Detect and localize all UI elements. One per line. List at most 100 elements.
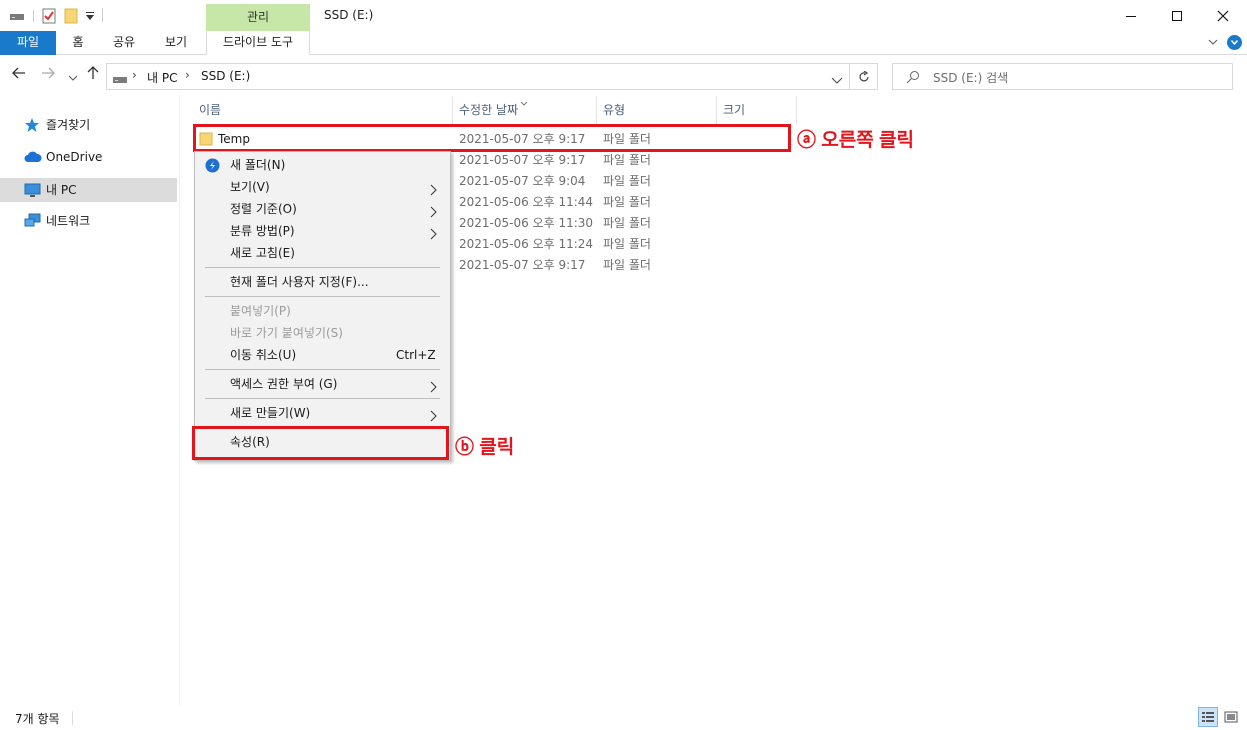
tab-drive-tools[interactable]: 드라이브 도구 [206,31,310,55]
address-bar[interactable]: › 내 PC › SSD (E:) [106,63,850,90]
tab-home[interactable]: 홈 [64,31,92,55]
status-bar: 7개 항목 [0,706,1247,730]
column-header-date[interactable]: 수정한 날짜 [459,101,518,121]
sort-descending-icon [520,96,528,110]
highlight-box-b [192,426,449,460]
breadcrumb-ssd[interactable]: SSD (E:) [201,69,250,83]
back-button[interactable] [12,66,26,84]
forward-arrow-icon [42,67,55,79]
file-type: 파일 폴더 [603,216,651,230]
file-type: 파일 폴더 [603,195,651,209]
column-divider[interactable] [452,97,453,124]
search-icon [906,70,920,87]
tab-view[interactable]: 보기 [160,31,192,55]
item-count: 7개 항목 [15,712,60,726]
menu-item-paste[interactable]: 붙여넣기(P) [195,300,450,322]
pane-divider[interactable] [179,95,180,705]
details-view-button[interactable] [1198,707,1218,727]
star-icon [24,117,40,133]
refresh-button[interactable] [850,63,878,90]
menu-label: 새로 고침(E) [230,246,295,260]
up-button[interactable] [86,66,100,84]
back-arrow-icon [12,67,25,79]
navigation-pane: 즐겨찾기 OneDrive 내 PC 네트워크 [0,95,180,705]
menu-label: 바로 가기 붙여넣기(S) [230,326,343,340]
nav-item-onedrive[interactable]: OneDrive [0,145,178,169]
breadcrumb-this-pc[interactable]: 내 PC [147,69,177,86]
submenu-arrow-icon [429,378,437,400]
context-menu: 새 폴더(N) 보기(V) 정렬 기준(O) 분류 방법(P) 새로 고침(E)… [194,151,451,461]
maximize-icon [1172,10,1182,21]
menu-item-sort-by[interactable]: 정렬 기준(O) [195,198,450,220]
maximize-button[interactable] [1154,0,1200,31]
large-icons-view-button[interactable] [1222,708,1240,726]
menu-item-new-folder[interactable]: 새 폴더(N) [195,154,450,176]
menu-separator [205,398,440,399]
refresh-icon [858,70,869,82]
file-date: 2021-05-07 오후 9:04 [459,174,586,188]
details-view-icon [1202,712,1214,722]
menu-item-refresh[interactable]: 새로 고침(E) [195,242,450,264]
file-type: 파일 폴더 [603,174,651,188]
menu-item-new[interactable]: 새로 만들기(W) [195,402,450,424]
column-divider[interactable] [796,97,797,124]
menu-separator [205,369,440,370]
file-type: 파일 폴더 [603,258,651,272]
column-divider[interactable] [596,97,597,124]
menu-label: 액세스 권한 부여 (G) [230,377,338,391]
drive-icon [112,73,128,87]
help-icon[interactable] [1226,34,1243,54]
customize-toolbar-icon[interactable] [85,10,95,25]
menu-item-view[interactable]: 보기(V) [195,176,450,198]
column-header-size[interactable]: 크기 [723,101,745,121]
quick-access-divider [33,10,34,22]
drive-icon[interactable] [9,11,25,25]
menu-label: 분류 방법(P) [230,224,295,238]
column-header-type[interactable]: 유형 [603,101,625,121]
menu-label: 현재 폴더 사용자 지정(F)... [230,275,369,289]
close-button[interactable] [1200,0,1246,31]
nav-label: 내 PC [46,183,77,197]
menu-item-paste-shortcut[interactable]: 바로 가기 붙여넣기(S) [195,322,450,344]
new-folder-icon[interactable] [63,8,79,27]
menu-item-group-by[interactable]: 분류 방법(P) [195,220,450,242]
search-placeholder: SSD (E:) 검색 [933,71,1009,85]
properties-icon[interactable] [41,8,57,27]
file-date: 2021-05-06 오후 11:30 [459,216,594,230]
network-icon [24,213,41,229]
annotation-b: ⓑ 클릭 [455,437,515,458]
search-box[interactable]: SSD (E:) 검색 [892,63,1233,90]
recent-locations-button[interactable] [68,70,78,86]
annotation-a: ⓐ 오른쪽 클릭 [797,130,914,151]
nav-label: OneDrive [46,150,103,164]
expand-ribbon-icon[interactable] [1207,36,1219,50]
minimize-button[interactable] [1108,0,1154,31]
highlight-box-a [193,124,791,152]
menu-item-undo-move[interactable]: 이동 취소(U) Ctrl+Z [195,344,450,366]
tab-share[interactable]: 공유 [108,31,140,55]
minimize-icon [1126,15,1136,17]
address-dropdown-button[interactable] [831,74,843,88]
quick-access-divider [102,8,103,22]
ribbon-tabs: 파일 홈 공유 보기 드라이브 도구 [0,31,1247,55]
menu-label: 정렬 기준(O) [230,202,297,216]
forward-button[interactable] [41,66,55,84]
nav-item-network[interactable]: 네트워크 [0,209,178,233]
computer-icon [24,182,41,198]
column-header-name[interactable]: 이름 [199,101,221,121]
nav-item-this-pc[interactable]: 내 PC [0,178,177,202]
menu-item-give-access[interactable]: 액세스 권한 부여 (G) [195,373,450,395]
menu-separator [205,296,440,297]
menu-separator [205,267,440,268]
file-date: 2021-05-07 오후 9:17 [459,153,586,167]
large-icons-view-icon [1224,711,1238,723]
file-date: 2021-05-06 오후 11:44 [459,195,594,209]
nav-item-quick-access[interactable]: 즐겨찾기 [0,113,178,137]
file-date: 2021-05-07 오후 9:17 [459,258,586,272]
menu-item-customize-folder[interactable]: 현재 폴더 사용자 지정(F)... [195,271,450,293]
tab-file[interactable]: 파일 [0,31,56,55]
nav-label: 네트워크 [46,214,91,228]
breadcrumb-separator: › [185,68,190,82]
column-divider[interactable] [716,97,717,124]
close-icon [1217,10,1229,21]
